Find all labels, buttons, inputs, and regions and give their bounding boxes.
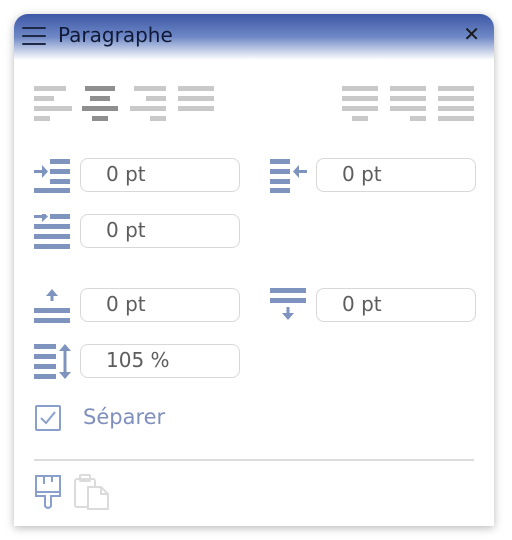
first-line-indent-icon xyxy=(34,211,72,250)
spacing-after-icon xyxy=(270,288,308,324)
paint-format-icon[interactable] xyxy=(34,474,64,510)
paragraph-panel: Paragraphe ✕ 0 pt 0 pt 0 pt 0 pt 0 pt 10… xyxy=(14,14,494,526)
panel-header: Paragraphe ✕ xyxy=(14,14,494,60)
indent-left-input[interactable]: 0 pt xyxy=(80,158,240,192)
separate-label[interactable]: Séparer xyxy=(83,405,165,429)
align-right-icon[interactable] xyxy=(130,86,166,122)
divider xyxy=(34,459,474,461)
menu-icon[interactable] xyxy=(22,25,46,47)
checkmark-icon xyxy=(40,411,56,425)
spacing-after-input[interactable]: 0 pt xyxy=(316,288,476,322)
first-line-indent-input[interactable]: 0 pt xyxy=(80,214,240,248)
justify-last-right-icon[interactable] xyxy=(390,86,426,122)
spacing-before-icon xyxy=(34,289,72,325)
close-icon[interactable]: ✕ xyxy=(463,22,480,46)
spacing-before-input[interactable]: 0 pt xyxy=(80,288,240,322)
justify-all-icon[interactable] xyxy=(438,86,474,122)
indent-right-input[interactable]: 0 pt xyxy=(316,158,476,192)
separate-checkbox[interactable] xyxy=(35,405,61,431)
align-justify-icon[interactable] xyxy=(178,86,214,122)
align-center-icon[interactable] xyxy=(82,86,118,122)
indent-left-icon xyxy=(34,159,72,193)
paste-format-icon xyxy=(74,474,110,510)
line-spacing-icon xyxy=(34,344,72,380)
justify-last-left-icon[interactable] xyxy=(342,86,378,122)
align-left-icon[interactable] xyxy=(34,86,72,122)
line-spacing-input[interactable]: 105 % xyxy=(80,344,240,378)
panel-title: Paragraphe xyxy=(58,23,173,47)
indent-right-icon xyxy=(270,159,308,193)
